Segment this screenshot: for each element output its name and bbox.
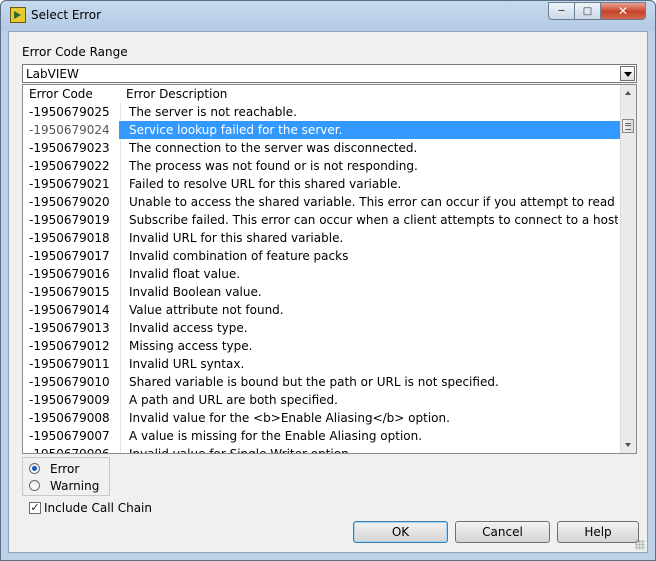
checkmark-icon: ✓	[30, 501, 40, 514]
error-description-cell: The connection to the server was disconn…	[129, 141, 418, 155]
error-description-cell: The process was not found or is not resp…	[129, 159, 418, 173]
table-row[interactable]: -1950679016 Invalid float value.	[23, 265, 620, 283]
error-description-cell: Service lookup failed for the server.	[129, 123, 343, 137]
error-code-cell: -1950679021	[29, 177, 110, 191]
radio-warning-label[interactable]: Warning	[50, 479, 99, 493]
error-description-cell: Invalid value for the <b>Enable Aliasing…	[129, 411, 450, 425]
include-call-chain-checkbox[interactable]: ✓	[29, 502, 41, 514]
ok-button[interactable]: OK	[353, 521, 448, 543]
error-description-cell: A path and URL are both specified.	[129, 393, 338, 407]
table-row[interactable]: -1950679021 Failed to resolve URL for thi…	[23, 175, 620, 193]
table-row[interactable]: -1950679025 The server is not reachable.	[23, 103, 620, 121]
error-list-rows: -1950679025 The server is not reachable. -…	[23, 103, 620, 454]
table-row[interactable]: -1950679014 Value attribute not found.	[23, 301, 620, 319]
error-code-cell: -1950679008	[29, 411, 110, 425]
labview-app-icon	[10, 7, 26, 23]
error-description-cell: A value is missing for the Enable Aliasi…	[129, 429, 423, 443]
error-code-cell: -1950679022	[29, 159, 110, 173]
error-code-cell: -1950679017	[29, 249, 110, 263]
error-code-range-label: Error Code Range	[22, 45, 128, 59]
help-button[interactable]: Help	[557, 521, 639, 543]
error-code-cell: -1950679009	[29, 393, 110, 407]
error-code-cell: -1950679007	[29, 429, 110, 443]
error-code-cell: -1950679014	[29, 303, 110, 317]
dialog-body: Error Code Range LabVIEW Error Code Erro…	[8, 31, 648, 553]
error-description-cell: Invalid float value.	[129, 267, 241, 281]
table-row[interactable]: -1950679020 Unable to access the shared v…	[23, 193, 620, 211]
window-title: Select Error	[31, 8, 102, 22]
error-code-range-select[interactable]: LabVIEW	[22, 64, 637, 83]
include-call-chain-label[interactable]: Include Call Chain	[44, 501, 152, 515]
radio-warning[interactable]	[29, 480, 40, 491]
error-description-cell: Invalid access type.	[129, 321, 248, 335]
error-description-cell: Invalid Boolean value.	[129, 285, 262, 299]
maximize-button[interactable]: □	[574, 2, 601, 20]
error-code-cell: -1950679025	[29, 105, 110, 119]
scroll-down-arrow-icon[interactable]	[621, 437, 636, 453]
chevron-down-icon[interactable]	[620, 66, 635, 81]
table-row[interactable]: -1950679022 The process was not found or …	[23, 157, 620, 175]
maximize-icon: □	[582, 5, 593, 17]
error-description-cell: Failed to resolve URL for this shared va…	[129, 177, 402, 191]
table-row[interactable]: -1950679024 Service lookup failed for the…	[23, 121, 620, 139]
table-row[interactable]: -1950679009 A path and URL are both speci…	[23, 391, 620, 409]
select-error-dialog: Select Error ─ □ ✕ Error Code Range LabV…	[0, 0, 656, 561]
cancel-button[interactable]: Cancel	[455, 521, 550, 543]
error-description-cell: Subscribe failed. This error can occur w…	[129, 213, 618, 227]
error-description-cell: Invalid URL for this shared variable.	[129, 231, 344, 245]
error-code-cell: -1950679006	[29, 447, 110, 454]
error-list-header: Error Code Error Description	[23, 85, 620, 103]
close-icon: ✕	[617, 4, 629, 18]
close-button[interactable]: ✕	[600, 2, 646, 20]
scrollbar-thumb[interactable]	[622, 119, 634, 133]
column-header-error-code: Error Code	[29, 87, 93, 101]
error-code-cell: -1950679011	[29, 357, 110, 371]
minimize-button[interactable]: ─	[548, 2, 575, 20]
minimize-icon: ─	[558, 5, 565, 17]
error-description-cell: Missing access type.	[129, 339, 253, 353]
error-description-cell: Value attribute not found.	[129, 303, 284, 317]
error-code-cell: -1950679020	[29, 195, 110, 209]
radio-error-label[interactable]: Error	[50, 462, 79, 476]
error-code-cell: -1950679023	[29, 141, 110, 155]
error-description-cell: Shared variable is bound but the path or…	[129, 375, 499, 389]
error-code-cell: -1950679013	[29, 321, 110, 335]
error-code-cell: -1950679016	[29, 267, 110, 281]
error-list[interactable]: Error Code Error Description -1950679025…	[22, 84, 637, 454]
error-description-cell: Invalid value for Single Writer option.	[129, 447, 353, 454]
title-bar[interactable]: Select Error ─ □ ✕	[1, 1, 655, 31]
table-row[interactable]: -1950679011 Invalid URL syntax.	[23, 355, 620, 373]
table-row[interactable]: -1950679015 Invalid Boolean value.	[23, 283, 620, 301]
error-code-range-value: LabVIEW	[26, 67, 79, 81]
error-type-radio-group: Error Warning	[22, 457, 110, 496]
radio-error[interactable]	[29, 463, 40, 474]
table-row[interactable]: -1950679019 Subscribe failed. This error …	[23, 211, 620, 229]
table-row[interactable]: -1950679023 The connection to the server …	[23, 139, 620, 157]
error-code-cell: -1950679012	[29, 339, 110, 353]
table-row[interactable]: -1950679008 Invalid value for the <b>Enab…	[23, 409, 620, 427]
resize-grip-icon[interactable]	[635, 540, 645, 550]
error-code-cell: -1950679018	[29, 231, 110, 245]
error-code-cell: -1950679010	[29, 375, 110, 389]
error-description-cell: Unable to access the shared variable. Th…	[129, 195, 618, 209]
error-description-cell: Invalid combination of feature packs	[129, 249, 349, 263]
error-description-cell: Invalid URL syntax.	[129, 357, 245, 371]
table-row[interactable]: -1950679007 A value is missing for the En…	[23, 427, 620, 445]
table-row[interactable]: -1950679006 Invalid value for Single Writ…	[23, 445, 620, 454]
table-row[interactable]: -1950679013 Invalid access type.	[23, 319, 620, 337]
error-code-cell: -1950679019	[29, 213, 110, 227]
table-row[interactable]: -1950679010 Shared variable is bound but …	[23, 373, 620, 391]
vertical-scrollbar[interactable]	[620, 85, 636, 453]
error-code-cell: -1950679015	[29, 285, 110, 299]
table-row[interactable]: -1950679018 Invalid URL for this shared v…	[23, 229, 620, 247]
error-description-cell: The server is not reachable.	[129, 105, 297, 119]
column-header-error-description: Error Description	[126, 87, 228, 101]
table-row[interactable]: -1950679012 Missing access type.	[23, 337, 620, 355]
error-code-cell: -1950679024	[29, 123, 110, 137]
table-row[interactable]: -1950679017 Invalid combination of featur…	[23, 247, 620, 265]
scroll-up-arrow-icon[interactable]	[621, 85, 636, 101]
